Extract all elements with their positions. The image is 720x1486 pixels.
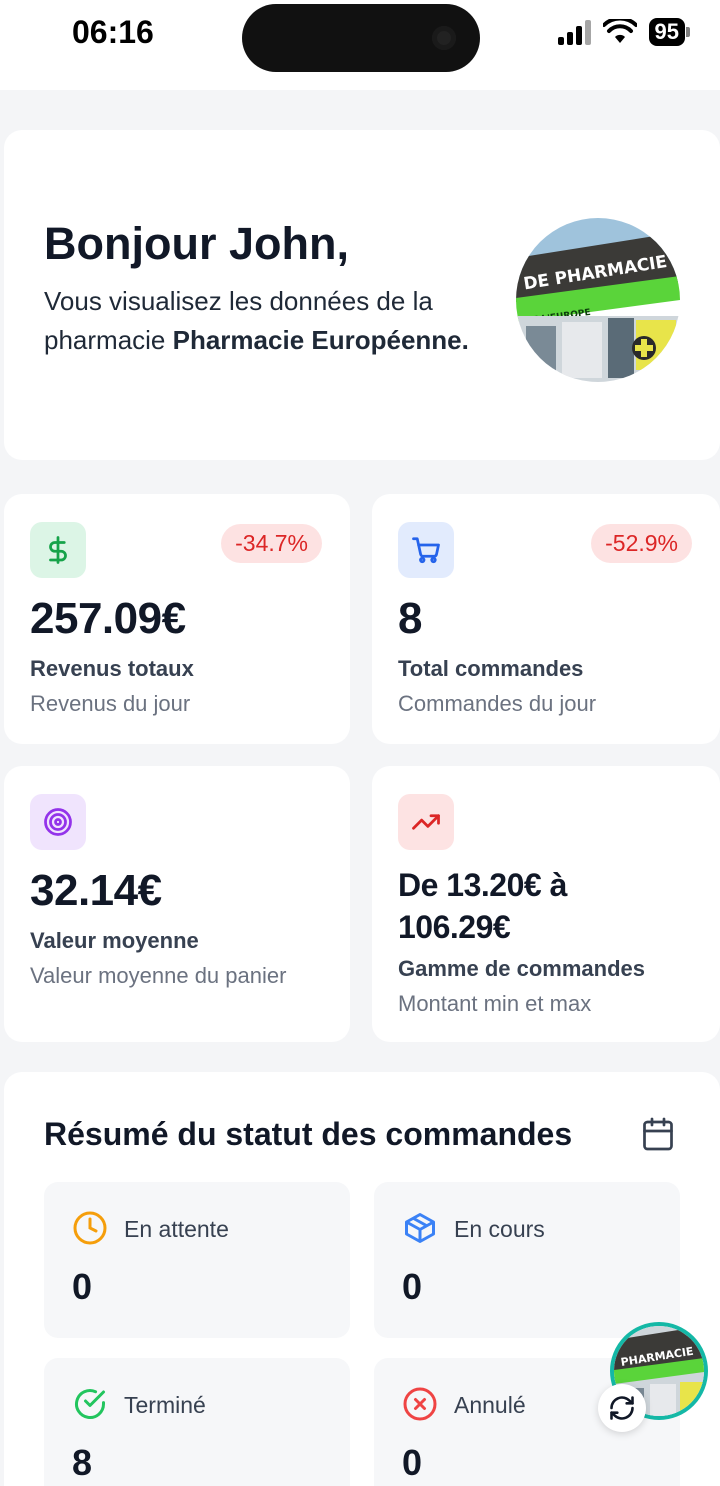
clock-icon bbox=[73, 1211, 107, 1245]
status-in-progress[interactable]: En cours 0 bbox=[374, 1182, 680, 1338]
status-count: 0 bbox=[402, 1442, 423, 1483]
wifi-icon bbox=[602, 19, 637, 43]
status-label: En cours bbox=[454, 1216, 545, 1242]
status-pending[interactable]: En attente 0 bbox=[44, 1182, 350, 1338]
status-label: Annulé bbox=[454, 1392, 526, 1418]
status-count: 8 bbox=[72, 1442, 93, 1483]
revenue-sub: Revenus du jour bbox=[30, 691, 191, 716]
refresh-icon bbox=[610, 1396, 634, 1420]
revenue-change-badge: -34.7% bbox=[221, 524, 322, 563]
greeting-title: Bonjour John, bbox=[44, 218, 349, 269]
status-time: 06:16 bbox=[72, 14, 154, 50]
orders-change-badge: -52.9% bbox=[591, 524, 692, 563]
status-bar: 06:16 95 bbox=[0, 0, 720, 90]
battery-level: 95 bbox=[648, 18, 685, 46]
range-sub: Montant min et max bbox=[398, 991, 592, 1016]
battery-icon: 95 bbox=[648, 18, 690, 46]
box-icon bbox=[405, 1213, 435, 1243]
pharmacy-name: Pharmacie Européenne. bbox=[172, 325, 469, 355]
dollar-icon bbox=[30, 522, 86, 578]
status-count: 0 bbox=[402, 1266, 423, 1307]
revenue-card[interactable]: -34.7% 257.09€ Revenus totaux Revenus du… bbox=[4, 494, 350, 744]
orders-label: Total commandes bbox=[398, 656, 584, 681]
status-label: Terminé bbox=[124, 1392, 206, 1418]
orders-card[interactable]: -52.9% 8 Total commandes Commandes du jo… bbox=[372, 494, 720, 744]
target-icon bbox=[30, 794, 86, 850]
signal-icon bbox=[557, 19, 591, 45]
status-label: En attente bbox=[124, 1216, 229, 1242]
dynamic-island bbox=[242, 4, 480, 72]
average-sub: Valeur moyenne du panier bbox=[30, 963, 287, 988]
check-circle-icon bbox=[75, 1389, 105, 1419]
range-value-line1: De 13.20€ à bbox=[398, 867, 567, 903]
status-count: 0 bbox=[72, 1266, 93, 1307]
orders-value: 8 bbox=[398, 594, 422, 643]
status-completed[interactable]: Terminé 8 bbox=[44, 1358, 350, 1486]
range-label: Gamme de commandes bbox=[398, 956, 645, 981]
average-label: Valeur moyenne bbox=[30, 928, 199, 953]
greeting-card: Bonjour John, Vous visualisez les donnée… bbox=[4, 130, 720, 460]
range-value: De 13.20€ à 106.29€ bbox=[398, 864, 567, 948]
revenue-value: 257.09€ bbox=[30, 594, 186, 643]
cart-icon bbox=[398, 522, 454, 578]
range-value-line2: 106.29€ bbox=[398, 909, 511, 945]
range-card[interactable]: De 13.20€ à 106.29€ Gamme de commandes M… bbox=[372, 766, 720, 1042]
x-circle-icon bbox=[403, 1387, 437, 1421]
pharmacy-photo: DE PHARMACIE DE L'EUROPE bbox=[516, 218, 680, 382]
refresh-button[interactable] bbox=[598, 1384, 646, 1432]
status-icons: 95 bbox=[557, 18, 690, 46]
trending-up-icon bbox=[398, 794, 454, 850]
orders-sub: Commandes du jour bbox=[398, 691, 597, 716]
revenue-label: Revenus totaux bbox=[30, 656, 194, 681]
average-card[interactable]: 32.14€ Valeur moyenne Valeur moyenne du … bbox=[4, 766, 350, 1042]
summary-title: Résumé du statut des commandes bbox=[44, 1116, 573, 1152]
greeting-text: Vous visualisez les données de la pharma… bbox=[44, 282, 494, 360]
average-value: 32.14€ bbox=[30, 866, 162, 915]
calendar-icon[interactable] bbox=[640, 1116, 676, 1152]
